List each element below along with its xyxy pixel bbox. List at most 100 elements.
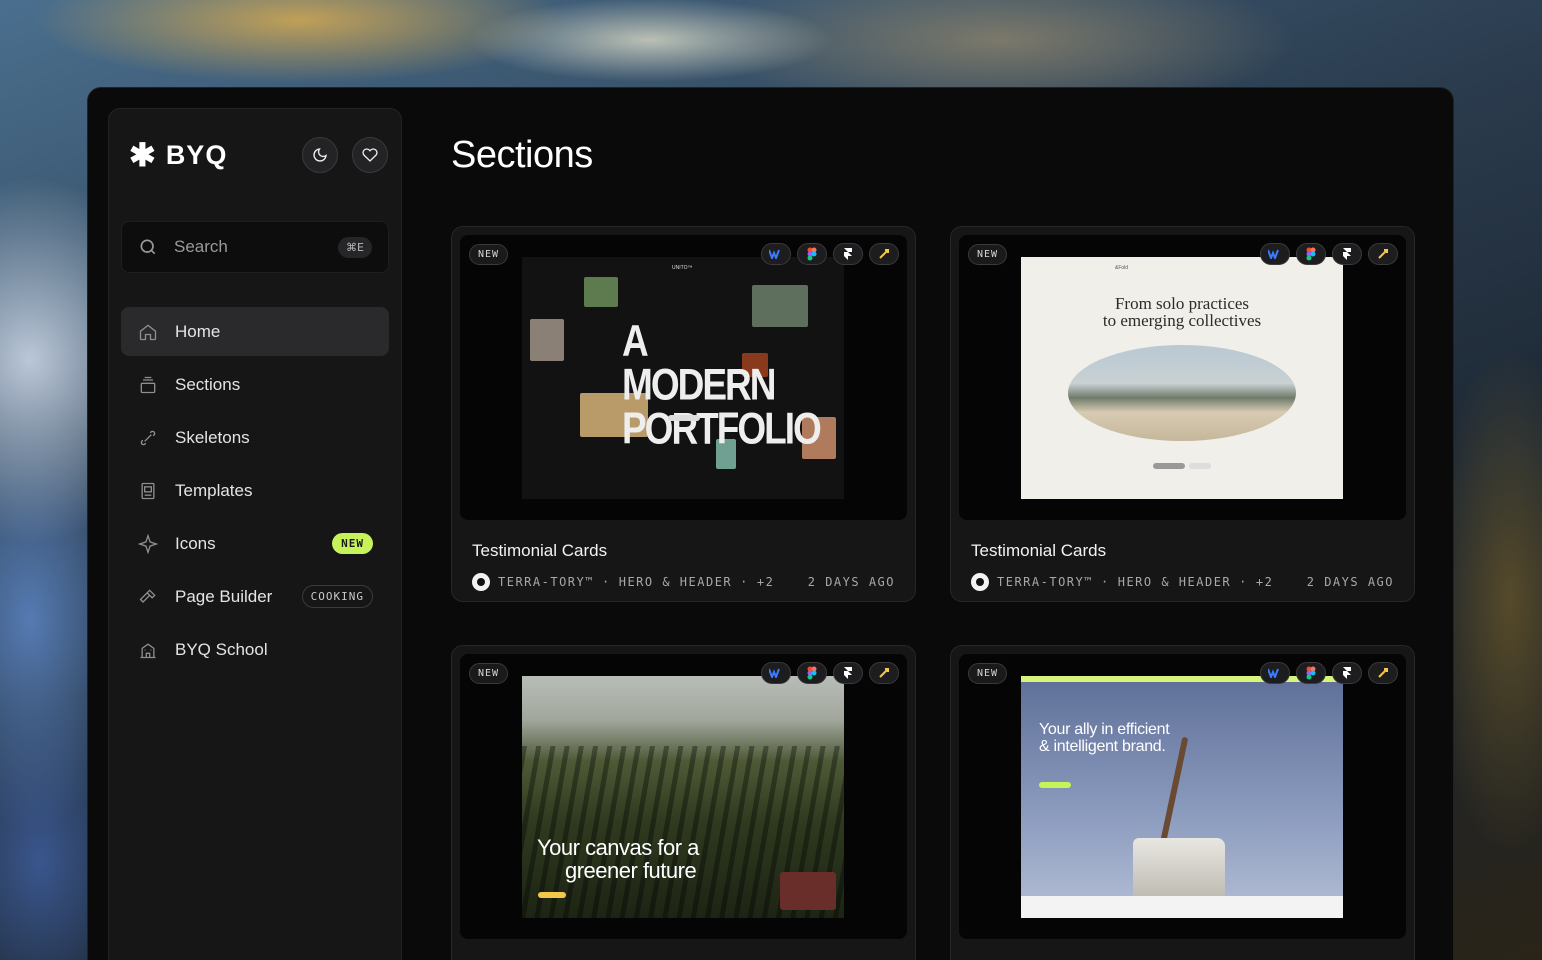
section-card[interactable]: NEW UNITO™ A MODERN PORTFOLIO Testimonia… — [451, 226, 916, 602]
link-icon[interactable] — [1368, 243, 1398, 265]
sidebar-nav: Home Sections Skeletons Templates Icons … — [121, 307, 389, 678]
webflow-icon[interactable] — [1260, 243, 1290, 265]
framer-icon[interactable] — [1332, 243, 1362, 265]
thumb-cta — [668, 415, 700, 421]
new-badge: NEW — [968, 663, 1008, 684]
category-tag[interactable]: HERO & HEADER — [619, 575, 732, 589]
sidebar-item-label: Skeletons — [175, 427, 250, 447]
thumb-photo — [584, 277, 618, 307]
author-name[interactable]: TERRA-TORY™ — [997, 575, 1093, 589]
thumb-photo — [1068, 345, 1296, 441]
heart-icon — [362, 148, 378, 162]
sidebar-item-label: Templates — [175, 480, 253, 500]
sidebar-item-home[interactable]: Home — [121, 307, 389, 356]
sidebar-item-page-builder[interactable]: Page Builder COOKING — [121, 572, 389, 621]
sparkle-icon — [137, 533, 159, 555]
webflow-icon[interactable] — [761, 662, 791, 684]
author-avatar — [971, 573, 989, 591]
sidebar: ✱ BYQ Search ⌘E Home Sections Skeletons … — [108, 108, 402, 960]
card-preview[interactable]: NEW UNITO™ A MODERN PORTFOLIO — [460, 235, 907, 520]
link-icon[interactable] — [1368, 662, 1398, 684]
thumb-headline: A MODERN PORTFOLIO — [622, 316, 822, 453]
thumb-headline: Your canvas for a greener future — [537, 835, 699, 884]
extra-tags: +2 — [1255, 575, 1274, 589]
home-icon — [137, 321, 159, 343]
asterisk-icon: ✱ — [129, 137, 156, 173]
thumb-photo — [752, 285, 808, 327]
sidebar-item-label: Page Builder — [175, 586, 273, 606]
sidebar-item-label: Sections — [175, 374, 241, 394]
tool-links — [1260, 662, 1398, 684]
dot-separator: · — [1100, 575, 1110, 589]
thumb-cta — [538, 892, 566, 898]
figma-icon[interactable] — [797, 662, 827, 684]
moon-icon — [313, 148, 327, 162]
card-title: Testimonial Cards — [971, 541, 1107, 560]
card-title: Testimonial Cards — [472, 541, 608, 560]
section-card[interactable]: NEW Your canvas for a greener future — [451, 645, 916, 960]
page-title: Sections — [451, 134, 593, 176]
framer-icon[interactable] — [1332, 662, 1362, 684]
thumb-brand: UNITO™ — [672, 265, 693, 271]
card-preview[interactable]: NEW Your canvas for a greener future — [460, 654, 907, 939]
figma-icon[interactable] — [797, 243, 827, 265]
app-window: ✱ BYQ Search ⌘E Home Sections Skeletons … — [87, 87, 1454, 960]
search-icon — [140, 239, 156, 255]
card-preview[interactable]: NEW &Fold From solo practices to emergin… — [959, 235, 1406, 520]
bone-icon — [137, 427, 159, 449]
card-meta: Testimonial Cards TERRA-TORY™ · HERO & H… — [971, 541, 1394, 591]
dot-separator: · — [740, 575, 749, 589]
card-meta: Testimonial Cards TERRA-TORY™ · HERO & H… — [472, 541, 895, 591]
layers-icon — [137, 374, 159, 396]
framer-icon[interactable] — [833, 662, 863, 684]
sidebar-item-label: BYQ School — [175, 639, 268, 659]
thumb-cta — [1189, 463, 1211, 469]
author-name[interactable]: TERRA-TORY™ — [498, 575, 594, 589]
timestamp: 2 DAYS AGO — [1306, 575, 1394, 589]
thumb-brand: &Fold — [1115, 265, 1129, 271]
author-avatar — [472, 573, 490, 591]
section-card[interactable]: NEW Your ally in efficient & intelligent… — [950, 645, 1415, 960]
school-icon — [137, 639, 159, 661]
webflow-icon[interactable] — [1260, 662, 1290, 684]
thumbnail-portfolio: UNITO™ A MODERN PORTFOLIO — [522, 257, 844, 499]
link-icon[interactable] — [869, 243, 899, 265]
brand-name: BYQ — [165, 139, 228, 170]
webflow-icon[interactable] — [761, 243, 791, 265]
dot-separator: · — [601, 575, 611, 589]
category-tag[interactable]: HERO & HEADER — [1118, 575, 1231, 589]
sidebar-item-icons[interactable]: Icons NEW — [121, 519, 389, 568]
thumb-headline: From solo practices to emerging collecti… — [1102, 294, 1262, 330]
sidebar-item-skeletons[interactable]: Skeletons — [121, 413, 389, 462]
search-input[interactable]: Search — [174, 237, 322, 257]
search-bar[interactable]: Search ⌘E — [121, 221, 389, 273]
search-shortcut: ⌘E — [338, 236, 372, 258]
thumb-logo-strip — [1021, 896, 1343, 918]
link-icon[interactable] — [869, 662, 899, 684]
thumb-video — [780, 872, 836, 910]
thumbnail-farm: Your canvas for a greener future — [522, 676, 844, 918]
framer-icon[interactable] — [833, 243, 863, 265]
cooking-badge: COOKING — [301, 585, 373, 608]
tool-links — [761, 243, 899, 265]
sidebar-item-sections[interactable]: Sections — [121, 360, 389, 409]
favorites-button[interactable] — [352, 137, 388, 173]
timestamp: 2 DAYS AGO — [807, 575, 895, 589]
theme-toggle-button[interactable] — [302, 137, 338, 173]
template-icon — [137, 480, 159, 502]
sidebar-item-label: Home — [175, 321, 221, 341]
sidebar-item-label: Icons — [175, 533, 216, 553]
thumb-headline: Your ally in efficient & intelligent bra… — [1039, 721, 1170, 755]
sidebar-item-byq-school[interactable]: BYQ School — [121, 625, 389, 674]
card-preview[interactable]: NEW Your ally in efficient & intelligent… — [959, 654, 1406, 939]
sidebar-item-templates[interactable]: Templates — [121, 466, 389, 515]
figma-icon[interactable] — [1296, 243, 1326, 265]
brand-logo[interactable]: ✱ BYQ — [129, 139, 227, 171]
new-badge: NEW — [968, 244, 1008, 265]
thumb-cta — [1039, 782, 1071, 788]
new-badge: NEW — [469, 663, 509, 684]
thumb-rock — [1133, 838, 1225, 896]
section-card[interactable]: NEW &Fold From solo practices to emergin… — [950, 226, 1415, 602]
figma-icon[interactable] — [1296, 662, 1326, 684]
thumbnail-practices: &Fold From solo practices to emerging co… — [1021, 257, 1343, 499]
